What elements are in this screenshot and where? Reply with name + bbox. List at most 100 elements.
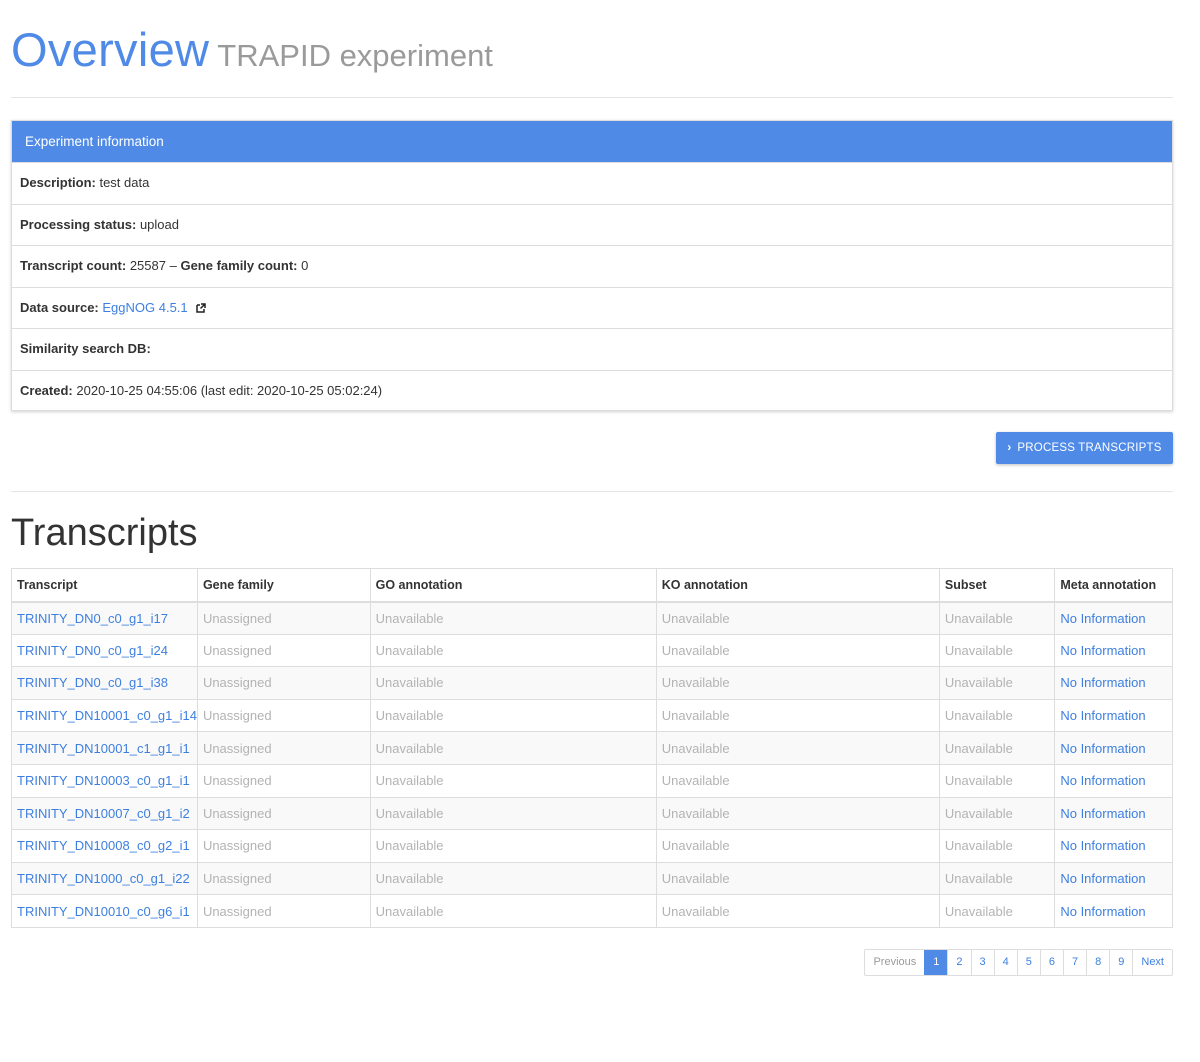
subset-cell: Unavailable	[938, 601, 1056, 635]
page-title-subtitle: TRAPID experiment	[217, 38, 493, 73]
created-value: 2020-10-25 04:55:06 (last edit: 2020-10-…	[76, 382, 383, 398]
table-row: TRINITY_DN10001_c1_g1_i1 Unassigned Unav…	[11, 731, 1173, 765]
info-row-description: Description: test data	[12, 162, 1172, 204]
pagination-page-1[interactable]: 1	[924, 950, 948, 975]
ko-annotation-cell: Unavailable	[655, 829, 940, 863]
table-row: TRINITY_DN10008_c0_g2_i1 Unassigned Unav…	[11, 829, 1173, 863]
go-annotation-cell: Unavailable	[369, 666, 657, 700]
transcript-link[interactable]: TRINITY_DN1000_c0_g1_i22	[11, 861, 198, 896]
gene-family-count-label: Gene family count:	[180, 258, 298, 274]
gene-family-cell: Unassigned	[196, 633, 371, 668]
subset-cell: Unavailable	[938, 666, 1056, 700]
gene-family-cell: Unassigned	[196, 861, 371, 896]
ko-annotation-cell: Unavailable	[655, 796, 940, 831]
subset-cell: Unavailable	[938, 894, 1056, 928]
experiment-info-panel: Experiment information Description: test…	[11, 120, 1173, 411]
subset-cell: Unavailable	[938, 698, 1056, 733]
ko-annotation-cell: Unavailable	[655, 731, 940, 765]
gene-family-cell: Unassigned	[196, 796, 371, 831]
transcript-count-value: 25587	[129, 258, 166, 274]
processing-status-label: Processing status:	[20, 216, 137, 232]
column-header-ko-annotation[interactable]: KO annotation	[655, 568, 940, 603]
description-value: test data	[99, 175, 150, 190]
meta-annotation-link[interactable]: No Information	[1054, 731, 1173, 765]
transcript-count-label: Transcript count:	[20, 258, 127, 274]
chevron-right-icon: ›	[1007, 442, 1012, 454]
meta-annotation-link[interactable]: No Information	[1054, 763, 1173, 798]
meta-annotation-link[interactable]: No Information	[1054, 829, 1173, 863]
gene-family-count-value: 0	[301, 258, 309, 274]
go-annotation-cell: Unavailable	[369, 796, 657, 831]
transcript-link[interactable]: TRINITY_DN10001_c0_g1_i14	[11, 698, 198, 733]
ko-annotation-cell: Unavailable	[655, 633, 940, 668]
pagination-page-2[interactable]: 2	[947, 950, 970, 975]
pagination-page-3[interactable]: 3	[970, 950, 994, 975]
external-link-icon[interactable]	[196, 303, 207, 313]
info-row-processing-status: Processing status: upload	[12, 203, 1172, 246]
subset-cell: Unavailable	[938, 763, 1056, 798]
data-source-link[interactable]: EggNOG 4.5.1	[102, 300, 187, 315]
ko-annotation-cell: Unavailable	[655, 861, 940, 896]
column-header-meta-annotation[interactable]: Meta annotation	[1054, 568, 1173, 603]
page: Overview TRAPID experiment Experiment inf…	[11, 0, 1173, 976]
ko-annotation-cell: Unavailable	[655, 894, 940, 928]
transcript-link[interactable]: TRINITY_DN10008_c0_g2_i1	[11, 829, 198, 863]
meta-annotation-link[interactable]: No Information	[1054, 894, 1173, 928]
column-header-go-annotation[interactable]: GO annotation	[369, 568, 657, 603]
pagination-page-5[interactable]: 5	[1016, 950, 1040, 975]
pagination-page-6[interactable]: 6	[1039, 950, 1063, 975]
meta-annotation-link[interactable]: No Information	[1054, 698, 1173, 733]
meta-annotation-link[interactable]: No Information	[1054, 633, 1173, 668]
table-row: TRINITY_DN10007_c0_g1_i2 Unassigned Unav…	[11, 796, 1173, 831]
meta-annotation-link[interactable]: No Information	[1054, 601, 1173, 635]
table-row: TRINITY_DN10003_c0_g1_i1 Unassigned Unav…	[11, 763, 1173, 798]
column-header-subset[interactable]: Subset	[938, 568, 1056, 603]
similarity-search-label: Similarity search DB:	[20, 341, 151, 357]
created-label: Created:	[20, 382, 73, 398]
column-header-gene-family[interactable]: Gene family	[196, 568, 371, 603]
pagination-page-4[interactable]: 4	[993, 950, 1017, 975]
transcript-link[interactable]: TRINITY_DN0_c0_g1_i24	[11, 633, 198, 668]
page-title-main: Overview	[11, 23, 210, 76]
pagination: Previous 1 2 3 4 5 6 7 8 9 Next	[864, 949, 1173, 976]
transcript-link[interactable]: TRINITY_DN10003_c0_g1_i1	[11, 763, 198, 798]
info-row-similarity-db: Similarity search DB:	[12, 328, 1172, 370]
subset-cell: Unavailable	[938, 633, 1056, 668]
transcript-link[interactable]: TRINITY_DN10001_c1_g1_i1	[11, 731, 198, 765]
ko-annotation-cell: Unavailable	[655, 601, 940, 635]
transcript-link[interactable]: TRINITY_DN10010_c0_g6_i1	[11, 894, 198, 928]
transcripts-title: Transcripts	[11, 512, 198, 554]
transcript-link[interactable]: TRINITY_DN10007_c0_g1_i2	[11, 796, 198, 831]
pagination-previous[interactable]: Previous	[865, 950, 924, 975]
pagination-next[interactable]: Next	[1132, 950, 1172, 975]
subset-cell: Unavailable	[938, 731, 1056, 765]
subset-cell: Unavailable	[938, 829, 1056, 863]
section-divider	[11, 491, 1173, 492]
pagination-page-7[interactable]: 7	[1063, 950, 1086, 975]
table-row: TRINITY_DN1000_c0_g1_i22 Unassigned Unav…	[11, 861, 1173, 896]
gene-family-cell: Unassigned	[196, 601, 371, 635]
info-row-data-source: Data source: EggNOG 4.5.1	[12, 286, 1172, 329]
pagination-page-9[interactable]: 9	[1109, 950, 1132, 975]
transcript-link[interactable]: TRINITY_DN0_c0_g1_i38	[11, 666, 198, 700]
meta-annotation-link[interactable]: No Information	[1054, 861, 1173, 896]
gene-family-cell: Unassigned	[196, 731, 371, 765]
pagination-page-8[interactable]: 8	[1086, 950, 1109, 975]
gene-family-cell: Unassigned	[196, 763, 371, 798]
page-header: Overview TRAPID experiment	[11, 0, 1173, 98]
table-row: TRINITY_DN0_c0_g1_i24 Unassigned Unavail…	[11, 633, 1173, 668]
column-header-transcript[interactable]: Transcript	[11, 568, 198, 603]
table-header-row: Transcript Gene family GO annotation KO …	[11, 568, 1173, 603]
ko-annotation-cell: Unavailable	[655, 698, 940, 733]
transcript-link[interactable]: TRINITY_DN0_c0_g1_i17	[11, 601, 198, 635]
meta-annotation-link[interactable]: No Information	[1054, 666, 1173, 700]
experiment-info-heading: Experiment information	[12, 121, 1172, 162]
process-transcripts-button[interactable]: › PROCESS TRANSCRIPTS	[996, 432, 1173, 464]
transcripts-table: Transcript Gene family GO annotation KO …	[11, 568, 1173, 928]
description-label: Description:	[20, 175, 96, 190]
process-transcripts-label: PROCESS TRANSCRIPTS	[1017, 442, 1162, 454]
go-annotation-cell: Unavailable	[369, 763, 657, 798]
meta-annotation-link[interactable]: No Information	[1054, 796, 1173, 831]
go-annotation-cell: Unavailable	[369, 894, 657, 928]
go-annotation-cell: Unavailable	[369, 829, 657, 863]
